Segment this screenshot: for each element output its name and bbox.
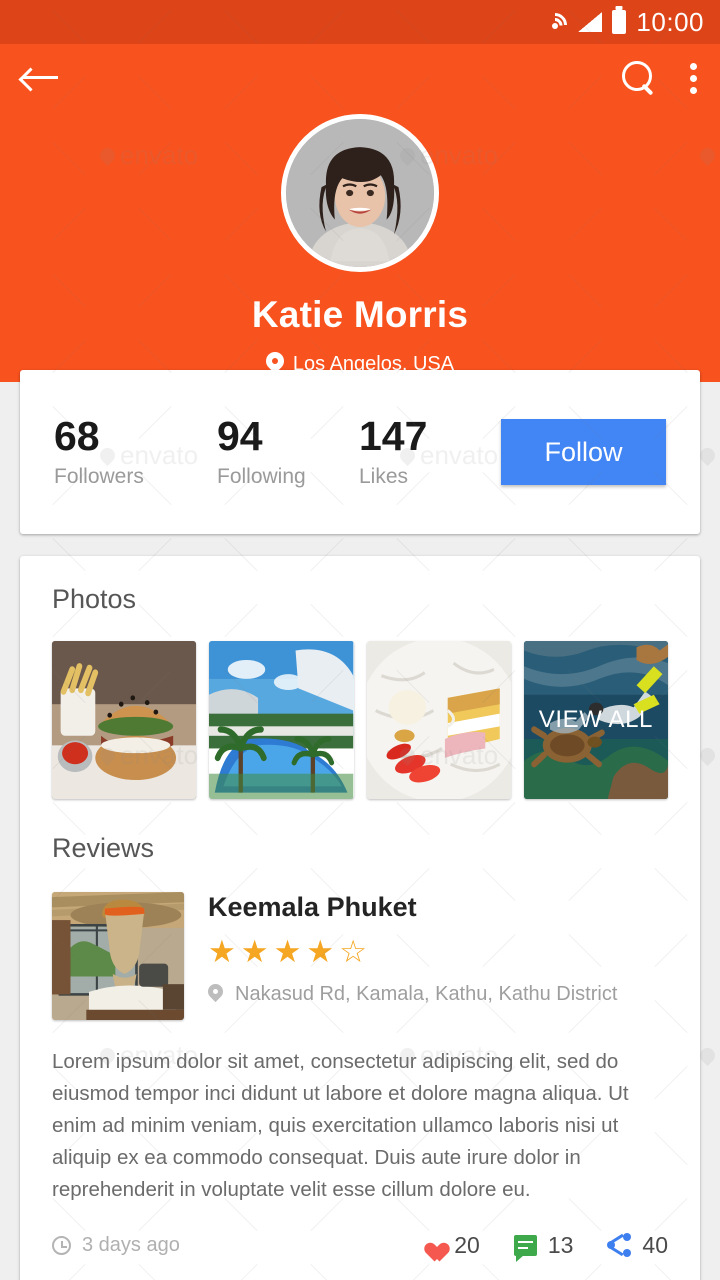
star-filled: ★ xyxy=(306,934,335,969)
battery-icon xyxy=(612,10,627,34)
review-timestamp-label: 3 days ago xyxy=(82,1233,180,1256)
page-title: Katie Morris xyxy=(251,294,469,335)
stat-following-value: 94 xyxy=(217,412,263,459)
avatar[interactable] xyxy=(281,114,439,272)
review-timestamp: 3 days ago xyxy=(52,1234,180,1257)
heart-icon xyxy=(420,1235,443,1256)
share-action[interactable]: 40 xyxy=(607,1232,668,1259)
search-icon[interactable] xyxy=(622,61,656,95)
status-bar-clock: 10:00 xyxy=(636,6,704,37)
stats-card: 68 Followers 94 Following 147 Likes Foll… xyxy=(20,370,700,534)
reviews-section-title: Reviews xyxy=(52,833,155,863)
photos-grid: VIEW ALL xyxy=(52,641,668,799)
review-header: Keemala Phuket ★ ★ ★ ★ ☆ Nakasud Rd, Kam… xyxy=(208,892,617,1020)
watermark-text: envato xyxy=(696,740,720,771)
review-thumbnail[interactable] xyxy=(52,892,184,1020)
review-footer: 3 days ago 20 13 40 xyxy=(52,1232,668,1280)
star-filled: ★ xyxy=(273,934,302,969)
comment-count: 13 xyxy=(547,1231,574,1258)
review-address: Nakasud Rd, Kamala, Kathu, Kathu Distric… xyxy=(208,983,617,1006)
review-title: Keemala Phuket xyxy=(208,892,417,922)
profile-header: Katie Morris Los Angelos, USA xyxy=(0,44,720,382)
like-action[interactable]: 20 xyxy=(420,1232,480,1259)
clock-icon xyxy=(52,1235,71,1255)
back-arrow-icon[interactable] xyxy=(22,65,62,91)
watermark-text: envato xyxy=(696,1040,720,1071)
stat-followers-value: 68 xyxy=(54,412,100,459)
review-body-text: Lorem ipsum dolor sit amet, consectetur … xyxy=(52,1050,629,1201)
photo-thumbnail-dessert[interactable] xyxy=(366,641,511,799)
review-actions: 20 13 40 xyxy=(420,1231,668,1262)
share-count: 40 xyxy=(642,1231,668,1258)
star-empty: ☆ xyxy=(339,934,367,969)
stat-followers-label: Followers xyxy=(54,465,144,489)
photos-section-title: Photos xyxy=(52,584,137,614)
comment-action[interactable]: 13 xyxy=(513,1231,574,1262)
stat-likes-value: 147 xyxy=(359,412,428,459)
more-vertical-icon[interactable] xyxy=(690,62,698,94)
avatar-container xyxy=(0,114,720,272)
review-item: Keemala Phuket ★ ★ ★ ★ ☆ Nakasud Rd, Kam… xyxy=(52,892,668,1020)
stat-likes[interactable]: 147 Likes xyxy=(359,412,501,489)
share-icon xyxy=(607,1233,632,1258)
stat-likes-label: Likes xyxy=(359,465,409,489)
rating-stars[interactable]: ★ ★ ★ ★ ☆ xyxy=(208,936,617,967)
follow-button[interactable]: Follow xyxy=(501,419,666,485)
photo-thumbnail-resort[interactable] xyxy=(209,641,354,799)
like-count: 20 xyxy=(454,1231,480,1258)
wifi-icon xyxy=(538,8,573,42)
comment-icon xyxy=(513,1234,537,1262)
cellular-signal-icon xyxy=(578,12,603,32)
photo-thumbnail-burger[interactable] xyxy=(52,641,197,799)
star-filled: ★ xyxy=(240,934,269,969)
review-address-label: Nakasud Rd, Kamala, Kathu, Kathu Distric… xyxy=(235,983,618,1005)
map-pin-icon xyxy=(208,984,223,1005)
photo-view-all-overlay[interactable]: VIEW ALL xyxy=(524,641,668,799)
app-bar xyxy=(0,44,720,112)
status-bar: 10:00 xyxy=(0,0,720,44)
watermark-text: envato xyxy=(696,440,720,471)
star-filled: ★ xyxy=(208,934,236,969)
stat-following[interactable]: 94 Following xyxy=(217,412,359,489)
stat-following-label: Following xyxy=(217,465,306,489)
photo-thumbnail-underwater[interactable]: VIEW ALL xyxy=(523,641,668,799)
app-screen: 10:00 Katie Morris Los Angelos, USA 68 F… xyxy=(0,0,720,1280)
content-card: Photos VIEW ALL Reviews Keemala Phuket ★… xyxy=(20,556,700,1280)
stat-followers[interactable]: 68 Followers xyxy=(54,412,217,489)
